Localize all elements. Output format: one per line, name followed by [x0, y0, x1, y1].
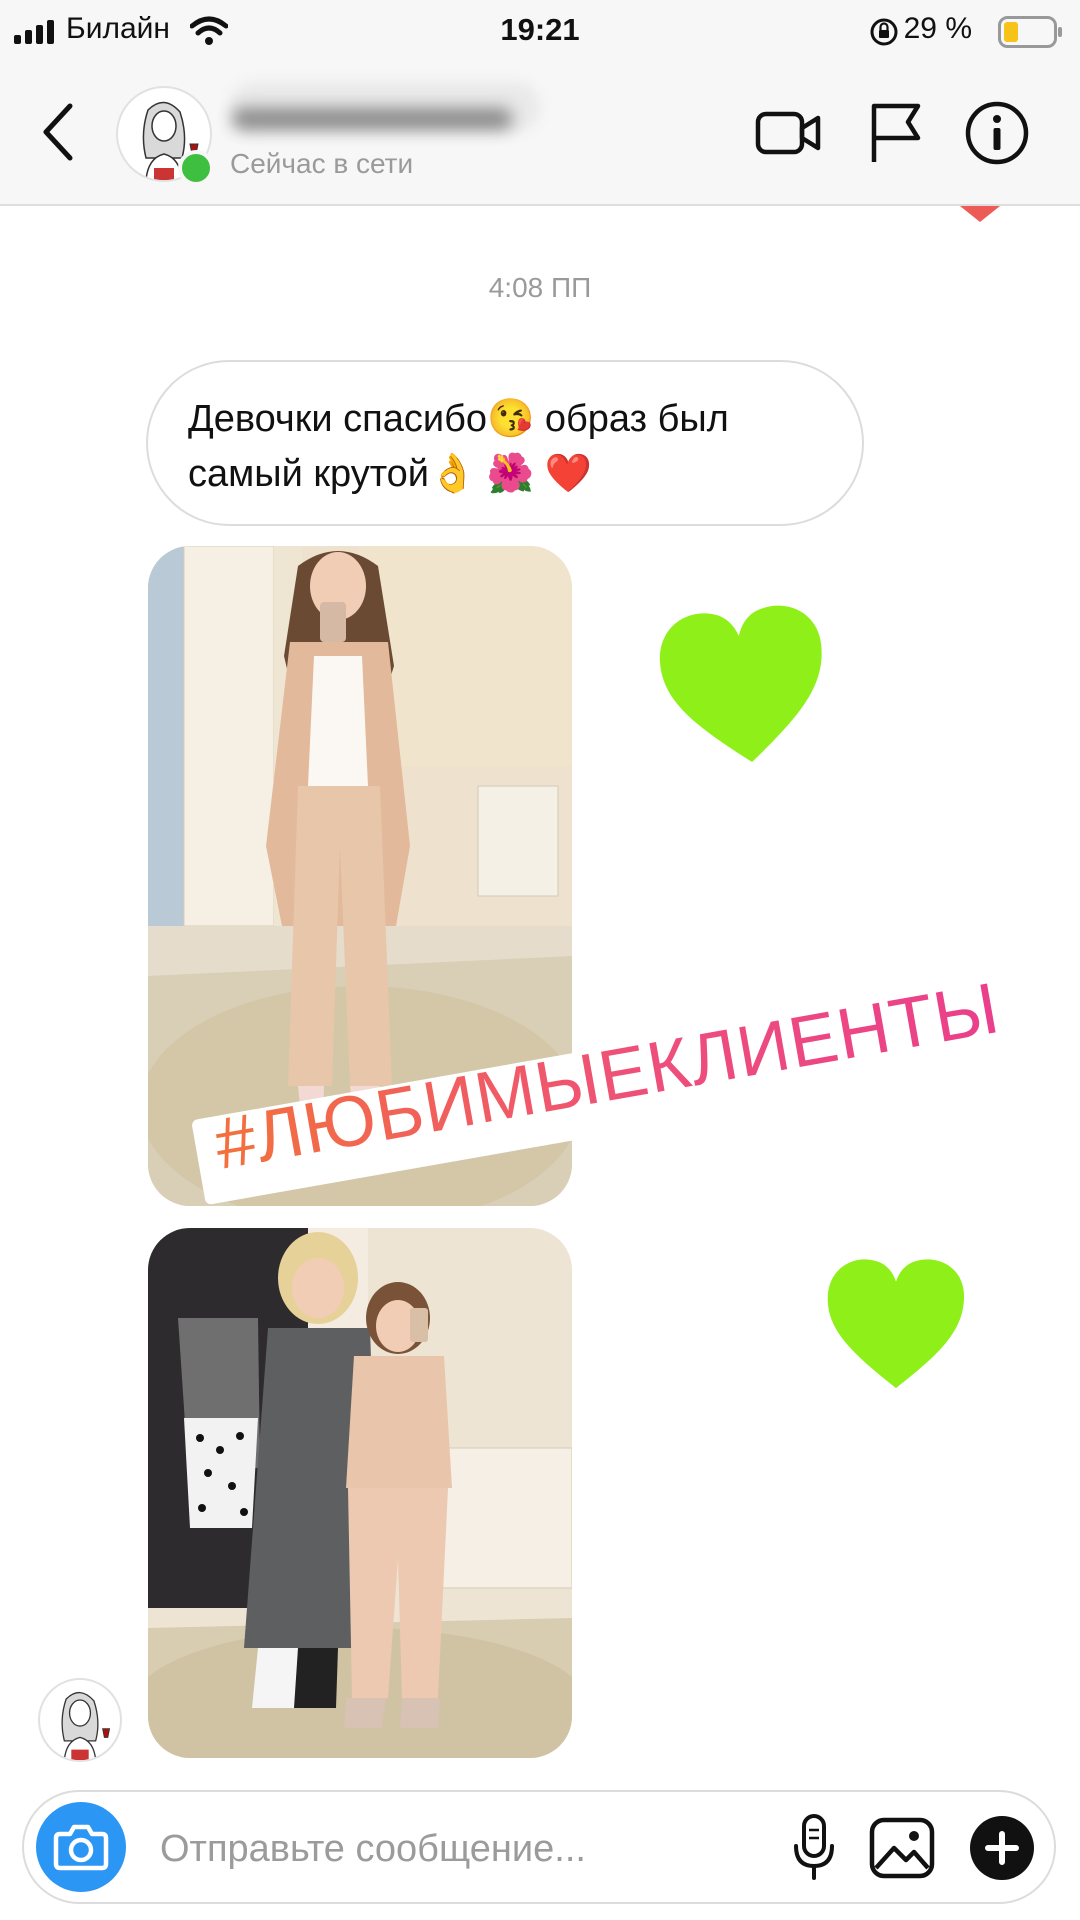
chat-header: Сейчас в сети	[0, 62, 1080, 206]
camera-icon	[53, 1824, 109, 1871]
plus-icon[interactable]	[964, 1810, 1040, 1886]
message-input[interactable]	[158, 1820, 702, 1878]
camera-button[interactable]	[36, 1802, 126, 1892]
message-timestamp: 4:08 ПП	[488, 272, 592, 303]
video-call-icon[interactable]	[754, 98, 824, 168]
contact-name-scribble	[232, 108, 512, 130]
heart-sticker-icon	[659, 605, 822, 763]
gallery-icon[interactable]	[864, 1810, 940, 1886]
microphone-icon[interactable]	[776, 1810, 852, 1886]
orientation-lock-icon	[870, 18, 898, 46]
online-indicator	[178, 150, 214, 186]
avatar-illustration-icon	[61, 1691, 111, 1760]
message-bubble[interactable]: Девочки спасибо😘 образ был самый крутой👌…	[146, 360, 864, 526]
message-composer	[22, 1790, 1056, 1904]
story-reaction-marker	[960, 206, 1000, 222]
flag-icon[interactable]	[862, 98, 932, 168]
status-bar: Билайн 19:21 29 %	[0, 0, 1080, 62]
sender-avatar[interactable]	[38, 1678, 122, 1762]
info-icon[interactable]	[962, 98, 1032, 168]
direct-chat-screen: Билайн 19:21 29 % Сейчас в сети 4:08 ПП …	[0, 0, 1080, 1920]
battery-icon	[998, 16, 1062, 48]
heart-sticker-icon	[827, 1259, 965, 1389]
message-text-line-2: самый крутой👌 🌺 ❤️	[188, 453, 593, 495]
photo-two-women-selfie	[148, 1228, 572, 1758]
message-text-line-1: Девочки спасибо😘 образ был	[188, 398, 729, 440]
online-status: Сейчас в сети	[230, 148, 414, 179]
shared-photo-2[interactable]	[148, 1228, 572, 1758]
battery-percent: 29 %	[903, 12, 972, 45]
back-arrow-icon[interactable]	[36, 100, 84, 164]
